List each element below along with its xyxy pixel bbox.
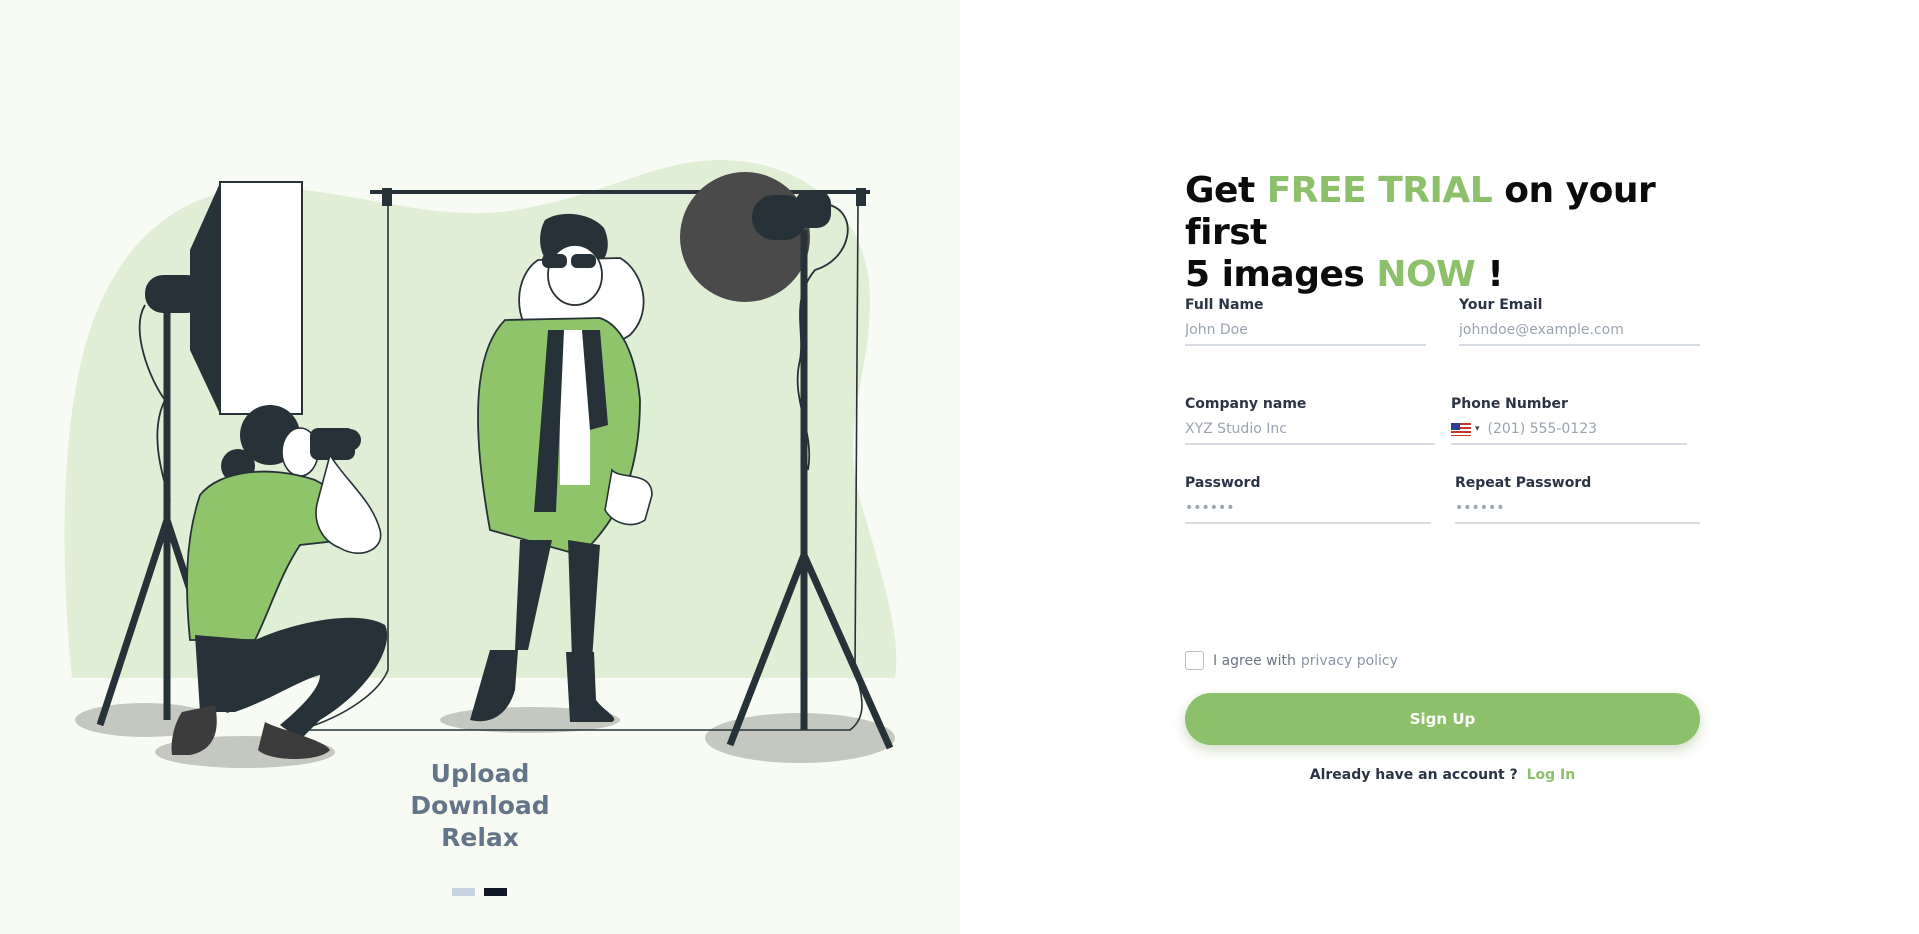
title-accent: NOW	[1376, 254, 1476, 295]
carousel-dots	[452, 888, 507, 896]
tagline-line: Relax	[441, 823, 519, 852]
signup-page: Upload Download Relax Get FREE TRIAL on …	[0, 0, 1919, 934]
agree-checkbox[interactable]	[1185, 651, 1204, 670]
repeat-password-field: Repeat Password	[1455, 475, 1700, 524]
login-link[interactable]: Log In	[1527, 767, 1576, 783]
phone-label: Phone Number	[1451, 396, 1568, 412]
illustration-panel: Upload Download Relax	[0, 0, 960, 934]
company-input[interactable]	[1185, 421, 1435, 437]
agree-text: I agree with	[1213, 652, 1296, 669]
repeat-password-input[interactable]	[1455, 500, 1700, 516]
password-field: Password	[1185, 475, 1431, 524]
tagline-line: Upload	[430, 759, 530, 788]
email-field: Your Email	[1459, 297, 1700, 346]
title-accent: FREE TRIAL	[1266, 170, 1493, 211]
form-panel: Get FREE TRIAL on your first 5 images NO…	[960, 0, 1919, 934]
full-name-label: Full Name	[1185, 297, 1264, 313]
chevron-down-icon: ▾	[1475, 424, 1480, 434]
title-text: !	[1475, 254, 1504, 295]
email-label: Your Email	[1459, 297, 1543, 313]
phone-input[interactable]	[1487, 421, 1687, 437]
signup-form: Get FREE TRIAL on your first 5 images NO…	[1185, 170, 1700, 783]
carousel-dot-active[interactable]	[484, 888, 507, 896]
page-title: Get FREE TRIAL on your first 5 images NO…	[1185, 170, 1700, 296]
full-name-input[interactable]	[1185, 322, 1426, 338]
tagline: Upload Download Relax	[380, 758, 580, 854]
company-field: Company name	[1185, 396, 1435, 445]
country-select[interactable]: ▾	[1451, 422, 1480, 436]
us-flag-icon	[1451, 422, 1471, 436]
carousel-dot[interactable]	[452, 888, 475, 896]
login-prompt-text: Already have an account ?	[1309, 767, 1518, 783]
agree-row: I agree with privacy policy	[1185, 651, 1398, 670]
sign-up-button[interactable]: Sign Up	[1185, 693, 1700, 745]
tagline-line: Download	[410, 791, 550, 820]
privacy-policy-link[interactable]: privacy policy	[1301, 653, 1398, 669]
repeat-password-label: Repeat Password	[1455, 475, 1592, 491]
title-text: 5 images	[1185, 254, 1377, 295]
company-label: Company name	[1185, 396, 1307, 412]
title-text: Get	[1185, 170, 1267, 211]
password-input[interactable]	[1185, 500, 1431, 516]
phone-field: Phone Number ▾	[1451, 396, 1687, 445]
full-name-field: Full Name	[1185, 297, 1426, 346]
email-input[interactable]	[1459, 322, 1700, 338]
login-prompt: Already have an account ? Log In	[1185, 767, 1700, 783]
password-label: Password	[1185, 475, 1261, 491]
